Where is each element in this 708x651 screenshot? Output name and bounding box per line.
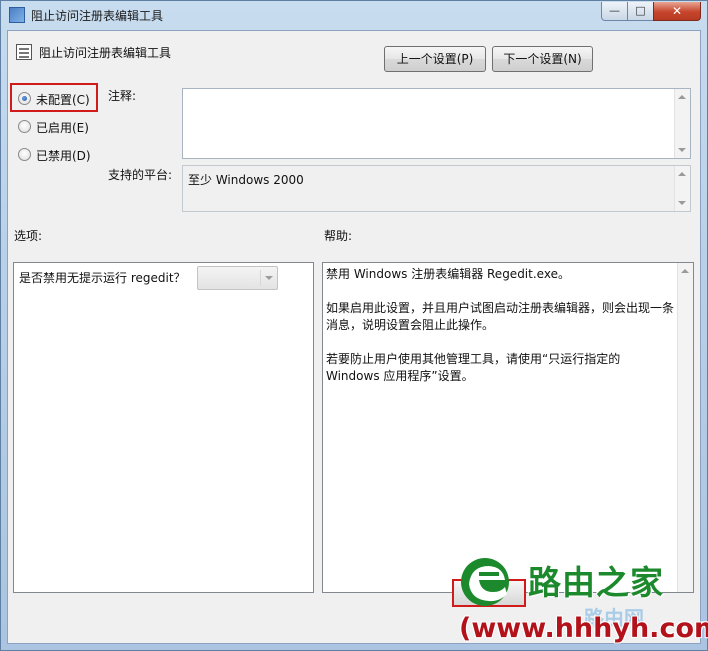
watermark-brand: 路由之家 (528, 563, 664, 602)
radio-not-configured-button[interactable] (18, 92, 31, 105)
help-paragraph-1: 禁用 Windows 注册表编辑器 Regedit.exe。 (326, 267, 570, 281)
policy-setting-icon (16, 44, 32, 60)
chevron-down-icon[interactable] (265, 276, 273, 280)
radio-enabled-button[interactable] (18, 120, 31, 133)
radio-disabled-label[interactable]: 已禁用(D) (36, 147, 91, 164)
help-scrollbar[interactable] (677, 263, 693, 592)
scroll-down-icon[interactable] (678, 148, 686, 152)
watermark-logo-icon (461, 558, 509, 606)
comment-label: 注释: (108, 89, 137, 103)
options-label: 选项: (14, 229, 43, 243)
scroll-down-icon[interactable] (678, 201, 686, 205)
platform-scrollbar[interactable] (674, 166, 690, 211)
dialog-client-area: 阻止访问注册表编辑工具 上一个设置(P) 下一个设置(N) 未配置(C) 已启用… (7, 30, 701, 644)
radio-not-configured-label[interactable]: 未配置(C) (36, 91, 90, 108)
dropdown-separator (260, 270, 261, 286)
scroll-up-icon[interactable] (678, 172, 686, 176)
watermark-url: (www.hhhyh.com) (459, 613, 708, 644)
window-title: 阻止访问注册表编辑工具 (31, 9, 164, 23)
next-setting-button[interactable]: 下一个设置(N) (492, 46, 593, 72)
title-bar[interactable]: 阻止访问注册表编辑工具 — □ ✕ (1, 1, 707, 29)
platform-label: 支持的平台: (108, 168, 173, 182)
help-panel: 禁用 Windows 注册表编辑器 Regedit.exe。 如果启用此设置，并… (322, 262, 694, 593)
close-button[interactable]: ✕ (653, 2, 701, 21)
options-panel: 是否禁用无提示运行 regedit？ (13, 262, 314, 593)
scroll-up-icon[interactable] (681, 269, 689, 273)
dialog-window: 阻止访问注册表编辑工具 — □ ✕ 阻止访问注册表编辑工具 上一个设置(P) 下… (0, 0, 708, 651)
regedit-option-dropdown[interactable] (197, 266, 278, 290)
maximize-button[interactable]: □ (627, 2, 654, 21)
policy-window-icon (9, 7, 25, 23)
comment-scrollbar[interactable] (674, 89, 690, 158)
platform-value: 至少 Windows 2000 (188, 173, 304, 187)
scroll-up-icon[interactable] (678, 95, 686, 99)
policy-title: 阻止访问注册表编辑工具 (39, 46, 172, 60)
minimize-button[interactable]: — (601, 2, 628, 21)
help-paragraph-2: 如果启用此设置，并且用户试图启动注册表编辑器，则会出现一条消息，说明设置会阻止此… (326, 301, 675, 332)
help-text: 禁用 Windows 注册表编辑器 Regedit.exe。 如果启用此设置，并… (326, 266, 676, 402)
radio-disabled-button[interactable] (18, 148, 31, 161)
platform-textbox: 至少 Windows 2000 (182, 165, 691, 212)
regedit-option-label: 是否禁用无提示运行 regedit？ (19, 271, 186, 285)
previous-setting-button[interactable]: 上一个设置(P) (384, 46, 486, 72)
comment-textbox[interactable] (182, 88, 691, 159)
help-label: 帮助: (324, 229, 353, 243)
help-paragraph-3: 若要防止用户使用其他管理工具，请使用“只运行指定的 Windows 应用程序”设… (326, 352, 621, 383)
radio-enabled-label[interactable]: 已启用(E) (36, 119, 89, 136)
